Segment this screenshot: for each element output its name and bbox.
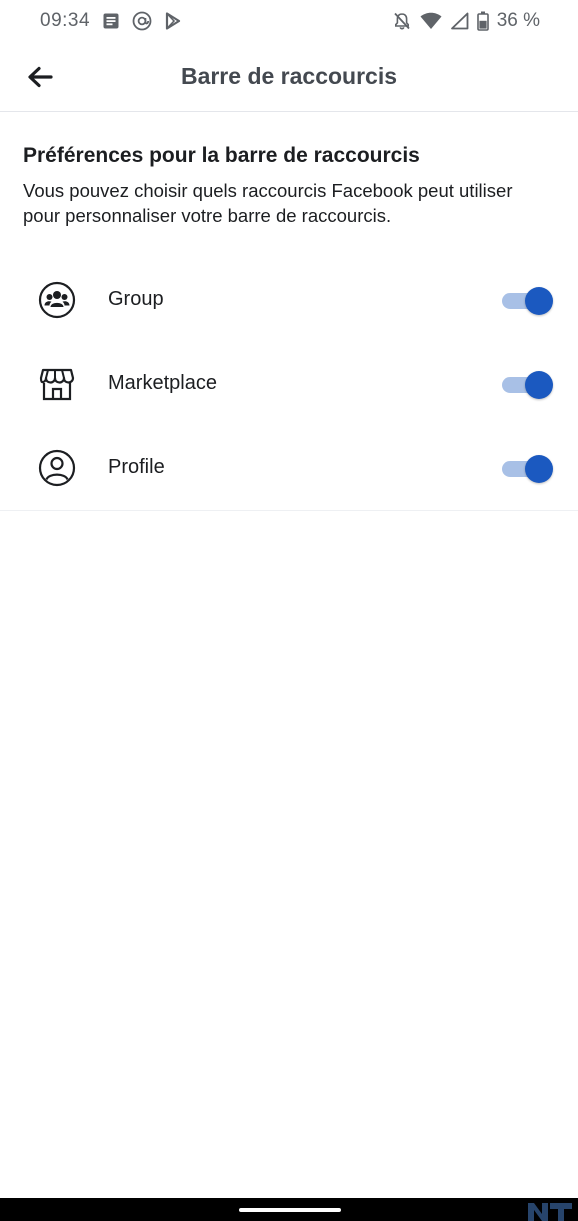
toggle-knob [525, 455, 553, 483]
battery-icon [476, 11, 489, 31]
battery-percent: 36 % [496, 10, 540, 31]
app-header: Barre de raccourcis [0, 44, 578, 112]
cell-signal-icon [450, 12, 469, 30]
status-right: 36 % [392, 10, 540, 32]
shortcut-row-group[interactable]: Group [0, 258, 578, 342]
system-navigation-bar [0, 1198, 578, 1221]
watermark-logo [528, 1203, 572, 1221]
shortcut-label-profile: Profile [108, 456, 165, 478]
shortcut-label-group: Group [108, 288, 164, 310]
home-gesture-handle[interactable] [239, 1208, 341, 1212]
group-toggle[interactable] [500, 287, 554, 315]
status-bar: 09:34 36 % [0, 0, 578, 44]
status-time: 09:34 [40, 10, 91, 31]
notification-message-icon [102, 12, 120, 30]
play-store-icon [164, 12, 182, 30]
profile-toggle[interactable] [500, 455, 554, 483]
profile-icon [38, 449, 76, 487]
toggle-knob [525, 287, 553, 315]
page-title: Barre de raccourcis [180, 63, 398, 89]
section-description: Vous pouvez choisir quels raccourcis Fac… [23, 180, 513, 226]
shortcut-label-marketplace: Marketplace [108, 372, 217, 394]
section-title: Préférences pour la barre de raccourcis [23, 144, 420, 167]
shortcut-row-profile[interactable]: Profile [0, 426, 578, 510]
at-sign-icon [132, 11, 152, 31]
shortcut-row-marketplace[interactable]: Marketplace [0, 342, 578, 426]
marketplace-toggle[interactable] [500, 371, 554, 399]
list-divider [0, 510, 578, 511]
group-icon [38, 281, 76, 319]
toggle-knob [525, 371, 553, 399]
notifications-off-icon [392, 11, 412, 31]
status-left: 09:34 [40, 10, 182, 32]
wifi-icon [420, 12, 442, 30]
marketplace-icon [39, 368, 75, 401]
